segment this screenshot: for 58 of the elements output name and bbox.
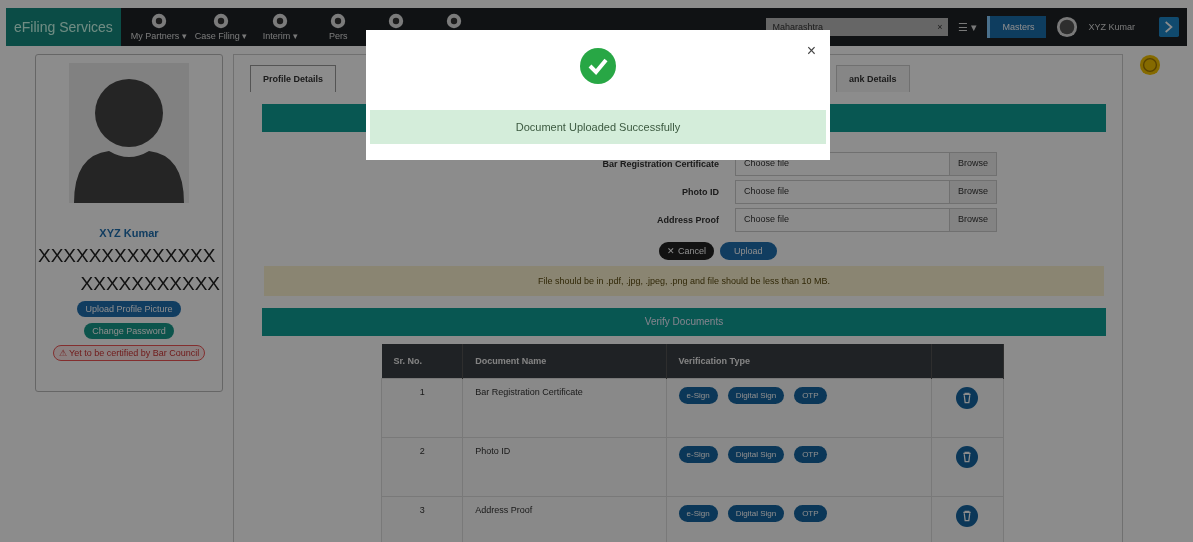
role-button[interactable]: Masters <box>987 16 1047 38</box>
field-label: Bar Registration Certificate <box>601 159 719 169</box>
column-header: Sr. No. <box>381 344 463 379</box>
sign-button[interactable]: OTP <box>794 387 827 404</box>
sign-button[interactable]: Digital Sign <box>727 505 785 522</box>
tab[interactable]: Profile Details <box>250 65 337 92</box>
table-cell: Photo ID <box>462 437 667 497</box>
cancel-button[interactable]: ✕ Cancel <box>659 242 714 260</box>
tab[interactable]: ank Details <box>836 65 910 92</box>
sign-button[interactable]: Digital Sign <box>727 446 785 463</box>
upload-picture-button[interactable]: Upload Profile Picture <box>77 301 181 317</box>
change-password-button[interactable]: Change Password <box>84 323 174 339</box>
sign-button[interactable]: e-Sign <box>678 505 718 522</box>
circle-icon[interactable] <box>213 13 230 29</box>
list-menu[interactable]: ☰ ▾ <box>958 20 978 34</box>
check-icon <box>580 48 616 84</box>
menu-item[interactable]: My Partners ▾ <box>130 31 187 41</box>
table-cell: 2 <box>381 437 463 497</box>
menu-item[interactable]: Pers <box>329 31 348 41</box>
table-cell: Bar Registration Certificate <box>462 378 667 438</box>
sign-button[interactable]: e-Sign <box>678 387 718 404</box>
upload-button[interactable]: Upload <box>720 242 777 260</box>
circle-icon[interactable] <box>330 13 347 29</box>
circle-icon[interactable] <box>446 13 463 29</box>
brand-title[interactable]: eFiling Services <box>6 8 121 46</box>
file-input[interactable]: Choose file Browse <box>735 208 997 232</box>
file-input[interactable]: Choose file Browse <box>735 180 997 204</box>
sign-button[interactable]: OTP <box>794 505 827 522</box>
sign-button[interactable]: Digital Sign <box>727 387 785 404</box>
menu-item[interactable]: Case Filing ▾ <box>194 31 248 41</box>
circle-icon[interactable] <box>272 13 289 29</box>
field-label: Address Proof <box>656 215 719 225</box>
trash-icon[interactable] <box>956 387 979 409</box>
masked-text: XXXXXXXXXXX <box>79 273 221 295</box>
trash-icon[interactable] <box>956 505 979 527</box>
coin-icon[interactable] <box>1139 54 1161 76</box>
sign-button[interactable]: e-Sign <box>678 446 718 463</box>
close-button[interactable]: × <box>802 42 820 60</box>
table-cell: 1 <box>381 378 463 438</box>
file-note: File should be in .pdf, .jpg, .jpeg, .png and file should be less than 10 MB. <box>264 266 1104 296</box>
circle-icon[interactable] <box>388 13 405 29</box>
circle-icon[interactable] <box>150 13 167 29</box>
table-cell: 3 <box>381 496 463 542</box>
avatar-icon <box>1056 16 1079 38</box>
section-header: Verify Documents <box>262 308 1106 336</box>
masked-text: XXXXXXXXXXXXXX <box>37 245 216 267</box>
column-header: Document Name <box>462 344 667 379</box>
success-message: Document Uploaded Successfully <box>370 110 826 144</box>
user-name[interactable]: XYZ Kumar <box>1088 22 1135 32</box>
sign-button[interactable]: OTP <box>794 446 827 463</box>
logout-icon[interactable] <box>1159 17 1179 37</box>
table-cell: Address Proof <box>462 496 667 542</box>
warning-badge: ⚠ Yet to be certified by Bar Council <box>52 345 206 361</box>
trash-icon[interactable] <box>956 446 979 468</box>
column-header: Verification Type <box>666 344 932 379</box>
profile-name: XYZ Kumar <box>99 227 159 239</box>
menu-item[interactable]: Interim ▾ <box>262 31 298 41</box>
field-label: Photo ID <box>681 187 719 197</box>
